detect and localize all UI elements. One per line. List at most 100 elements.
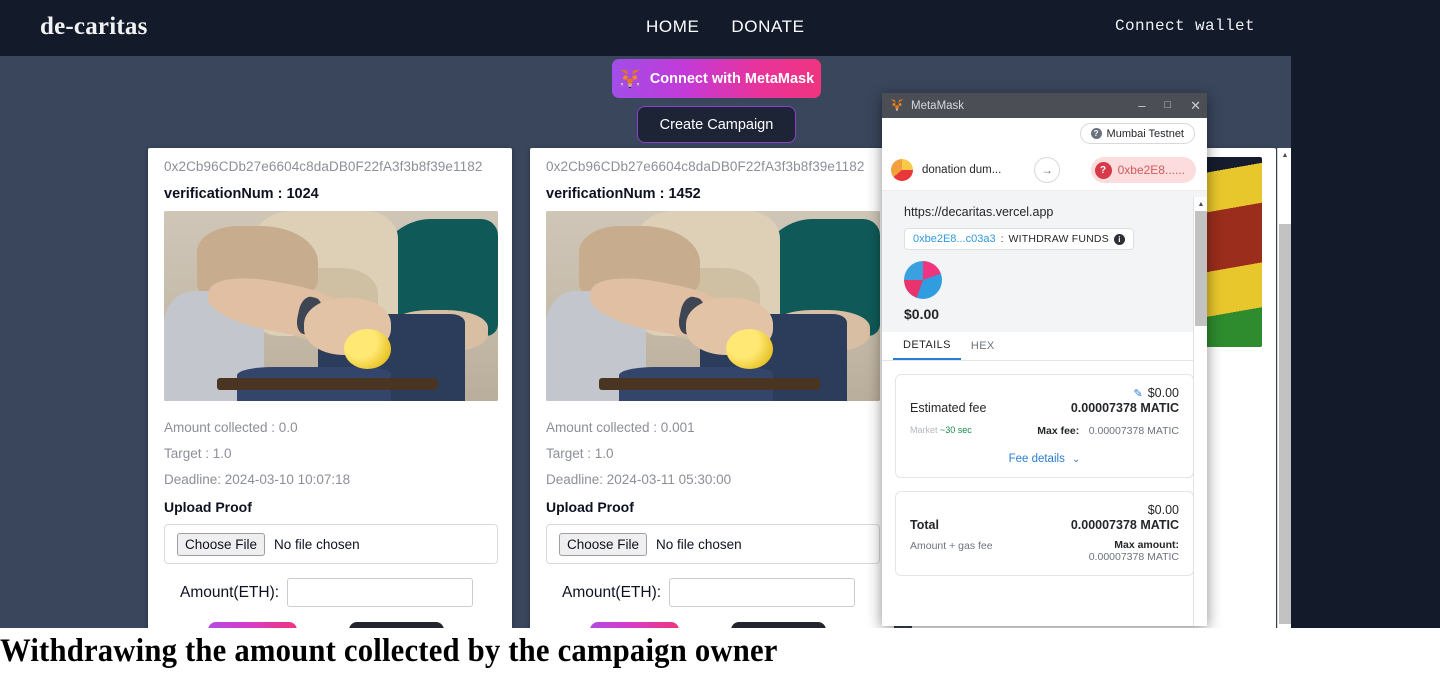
amount-collected: Amount collected : 0.0 [164, 420, 298, 435]
origin-url: https://decaritas.vercel.app [904, 205, 1054, 219]
speed-edit-icon[interactable]: ✎ [1134, 387, 1143, 400]
transaction-pie-icon [904, 261, 942, 299]
contract-method-name: WITHDRAW FUNDS [1008, 233, 1109, 245]
navbar: de-caritas HOME DONATE Connect wallet [0, 0, 1291, 56]
upload-proof-label: Upload Proof [546, 499, 634, 515]
choose-file-button[interactable]: Choose File [559, 532, 648, 556]
info-icon[interactable]: i [1113, 233, 1125, 245]
campaign-card-2[interactable]: 0x2Cb96CDb27e6604c8daDB0F22fA3f3b8f39e11… [530, 148, 894, 628]
metamask-scrollbar[interactable]: ▲ [1193, 197, 1207, 626]
file-status-text: No file chosen [656, 536, 742, 552]
fee-market-label: Market [910, 425, 938, 435]
max-amount-label: Max amount: [1114, 539, 1179, 551]
create-campaign-button[interactable]: Create Campaign [637, 106, 796, 143]
amount-eth-input[interactable] [669, 578, 856, 607]
account-avatar-icon [891, 158, 913, 181]
nav-link-donate[interactable]: DONATE [731, 17, 804, 37]
max-amount-value: 0.00007378 MATIC [1088, 551, 1179, 563]
metamask-button-label: Connect with MetaMask [649, 70, 815, 87]
page-scrollbar-thumb[interactable] [1279, 224, 1291, 624]
fee-market-info: Market ~30 sec [910, 425, 972, 435]
origin-block: https://decaritas.vercel.app 0xbe2E8...c… [882, 191, 1207, 332]
recipient-pill[interactable]: ? 0xbe2E8...... [1090, 157, 1196, 183]
pill-separator: : [1000, 233, 1004, 245]
recipient-warning-icon: ? [1094, 161, 1112, 179]
connect-with-metamask-button[interactable]: Connect with MetaMask [612, 59, 821, 98]
campaign-image-2 [546, 211, 880, 401]
amount-eth-label: Amount(ETH): [180, 583, 280, 601]
transaction-value: $0.00 [904, 306, 940, 322]
metamask-title-bar: MetaMask – □ ✕ [882, 93, 1207, 118]
account-recipient-row: donation dum... → ? 0xbe2E8...... [882, 149, 1207, 191]
nav-link-home[interactable]: HOME [646, 17, 699, 37]
file-upload-field[interactable]: Choose File No file chosen [164, 524, 498, 564]
minimize-icon[interactable]: – [1138, 99, 1145, 112]
account-name[interactable]: donation dum... [922, 164, 1001, 176]
chevron-down-icon: ⌄ [1072, 454, 1081, 465]
screenshot-root: de-caritas HOME DONATE Connect wallet Co… [0, 0, 1440, 674]
total-main-row: Total 0.00007378 MATIC [910, 518, 1179, 532]
elderly-care-photo [546, 211, 880, 401]
total-value: 0.00007378 MATIC [1070, 518, 1179, 532]
choose-file-button[interactable]: Choose File [177, 532, 266, 556]
network-status-icon: ? [1090, 128, 1102, 139]
campaign-meta-2: Amount collected : 0.001 Target : 1.0 De… [546, 415, 878, 493]
file-upload-field[interactable]: Choose File No file chosen [546, 524, 880, 564]
tab-details[interactable]: DETAILS [893, 332, 961, 360]
estimated-fee-value: 0.00007378 MATIC [1070, 401, 1179, 415]
tab-hex[interactable]: HEX [961, 332, 1005, 360]
network-selector[interactable]: ? Mumbai Testnet [1079, 123, 1195, 144]
network-row: ? Mumbai Testnet [882, 118, 1207, 149]
close-icon[interactable]: ✕ [1190, 99, 1201, 112]
fee-sub-row: Market ~30 sec Max fee: 0.00007378 MATIC [910, 421, 1179, 439]
fee-fiat-value: $0.00 [1147, 386, 1179, 400]
transfer-arrow-icon: → [1034, 157, 1060, 183]
total-sub-row: Amount + gas fee Max amount: 0.00007378 … [910, 539, 1179, 563]
campaign-meta-1: Amount collected : 0.0 Target : 1.0 Dead… [164, 415, 496, 493]
total-box: $0.00 Total 0.00007378 MATIC Amount + ga… [895, 491, 1194, 576]
elderly-care-photo [164, 211, 498, 401]
nav-links: HOME DONATE [646, 17, 805, 37]
campaign-card-1[interactable]: 0x2Cb96CDb27e6604c8daDB0F22fA3f3b8f39e11… [148, 148, 512, 628]
metamask-scrollbar-thumb[interactable] [1195, 211, 1207, 326]
total-fiat-value: $0.00 [1147, 503, 1179, 517]
amount-row: Amount(ETH): [164, 578, 496, 607]
fee-fiat-row: ✎ $0.00 [910, 386, 1180, 400]
verification-number: verificationNum : 1024 [164, 186, 319, 202]
maximize-icon[interactable]: □ [1164, 100, 1171, 111]
campaign-owner-address: 0x2Cb96CDb27e6604c8daDB0F22fA3f3b8f39e11… [164, 159, 483, 174]
upload-proof-label: Upload Proof [164, 499, 252, 515]
metamask-fox-icon [619, 69, 640, 88]
window-controls: – □ ✕ [1138, 93, 1201, 118]
fee-main-row: Estimated fee 0.00007378 MATIC [910, 401, 1179, 415]
create-campaign-label: Create Campaign [659, 116, 774, 133]
max-fee-group: Max fee: 0.00007378 MATIC [1037, 421, 1179, 439]
estimated-fee-label: Estimated fee [910, 401, 987, 415]
amount-eth-input[interactable] [287, 578, 474, 607]
amount-eth-label: Amount(ETH): [562, 583, 662, 601]
connect-wallet-link[interactable]: Connect wallet [1115, 17, 1255, 35]
fee-market-time: ~30 sec [940, 425, 972, 435]
campaign-image-1 [164, 211, 498, 401]
contract-method-pill[interactable]: 0xbe2E8...c03a3 : WITHDRAW FUNDS i [904, 228, 1134, 250]
amount-collected: Amount collected : 0.001 [546, 420, 695, 435]
scroll-up-arrow-icon[interactable]: ▲ [1194, 197, 1207, 211]
max-amount-group: Max amount: 0.00007378 MATIC [1089, 539, 1179, 563]
page-scrollbar[interactable]: ▲ [1277, 148, 1291, 628]
network-name: Mumbai Testnet [1106, 127, 1184, 140]
fee-details-toggle[interactable]: Fee details ⌄ [910, 453, 1179, 465]
file-status-text: No file chosen [274, 536, 360, 552]
scroll-up-arrow-icon[interactable]: ▲ [1278, 148, 1291, 162]
target-amount: Target : 1.0 [546, 446, 614, 461]
metamask-popup-window[interactable]: MetaMask – □ ✕ ? Mumbai Testnet donation… [882, 93, 1207, 626]
total-label: Total [910, 518, 939, 532]
contract-address[interactable]: 0xbe2E8...c03a3 [913, 233, 996, 245]
deadline: Deadline: 2024-03-11 05:30:00 [546, 472, 732, 487]
max-fee-value: 0.00007378 MATIC [1088, 425, 1179, 437]
brand-logo[interactable]: de-caritas [40, 13, 148, 41]
metamask-tabs: DETAILS HEX [882, 332, 1207, 361]
deadline: Deadline: 2024-03-10 10:07:18 [164, 472, 351, 487]
campaign-owner-address: 0x2Cb96CDb27e6604c8daDB0F22fA3f3b8f39e11… [546, 159, 865, 174]
caption-bar: Withdrawing the amount collected by the … [0, 628, 1440, 674]
fee-details-label: Fee details [1008, 453, 1065, 465]
